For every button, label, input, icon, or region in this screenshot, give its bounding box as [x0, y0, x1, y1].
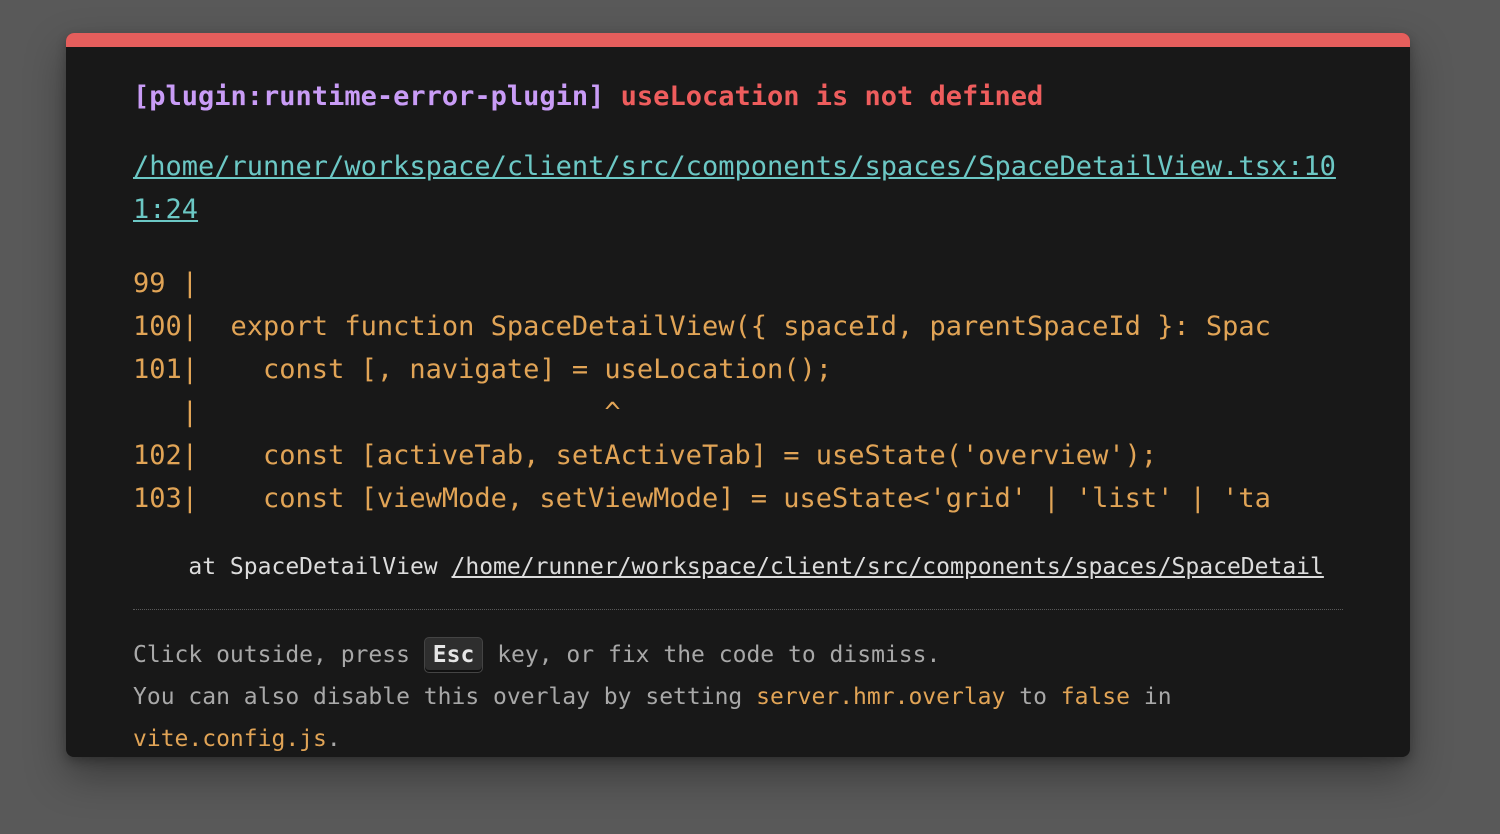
code-line: 100| export function SpaceDetailView({ s…: [133, 311, 1271, 342]
code-line-error: 101| const [, navigate] = useLocation();: [133, 354, 832, 385]
divider: [133, 609, 1343, 610]
tip-line-3: vite.config.js.: [133, 718, 1343, 757]
tip-text: You can also disable this overlay by set…: [133, 684, 757, 710]
code-caret-line: | ^: [133, 397, 621, 428]
stack-trace: at SpaceDetailView /home/runner/workspac…: [133, 552, 1343, 582]
code-line: 102| const [activeTab, setActiveTab] = u…: [133, 440, 1158, 471]
tip-text: .: [326, 726, 341, 752]
esc-key: Esc: [423, 637, 484, 673]
code-frame: 99 | 100| export function SpaceDetailVie…: [133, 262, 1343, 520]
dismiss-tip: Click outside, press Esc key, or fix the…: [133, 634, 1343, 757]
stack-prefix: at SpaceDetailView: [133, 554, 452, 580]
code-line: 99 |: [133, 268, 199, 299]
tip-line-2: You can also disable this overlay by set…: [133, 676, 1343, 718]
error-overlay: [plugin:runtime-error-plugin] useLocatio…: [66, 33, 1410, 757]
error-message: [plugin:runtime-error-plugin] useLocatio…: [133, 79, 1043, 115]
tip-line-1: Click outside, press Esc key, or fix the…: [133, 634, 1343, 676]
config-file: vite.config.js: [133, 726, 327, 752]
tip-text: in: [1130, 684, 1172, 710]
stack-file-link[interactable]: /home/runner/workspace/client/src/compon…: [452, 554, 1324, 580]
tip-text: to: [1005, 684, 1061, 710]
tip-text: key, or fix the code to dismiss.: [483, 642, 941, 668]
error-file-link[interactable]: /home/runner/workspace/client/src/compon…: [133, 145, 1343, 231]
setting-name: server.hmr.overlay: [756, 684, 1006, 710]
tip-text: Click outside, press: [133, 642, 424, 668]
plugin-name: [plugin:runtime-error-plugin]: [133, 81, 605, 112]
error-message-text: useLocation is not defined: [620, 81, 1044, 112]
setting-value: false: [1060, 684, 1131, 710]
code-line: 103| const [viewMode, setViewMode] = use…: [133, 483, 1271, 514]
error-accent-bar: [66, 33, 1410, 47]
